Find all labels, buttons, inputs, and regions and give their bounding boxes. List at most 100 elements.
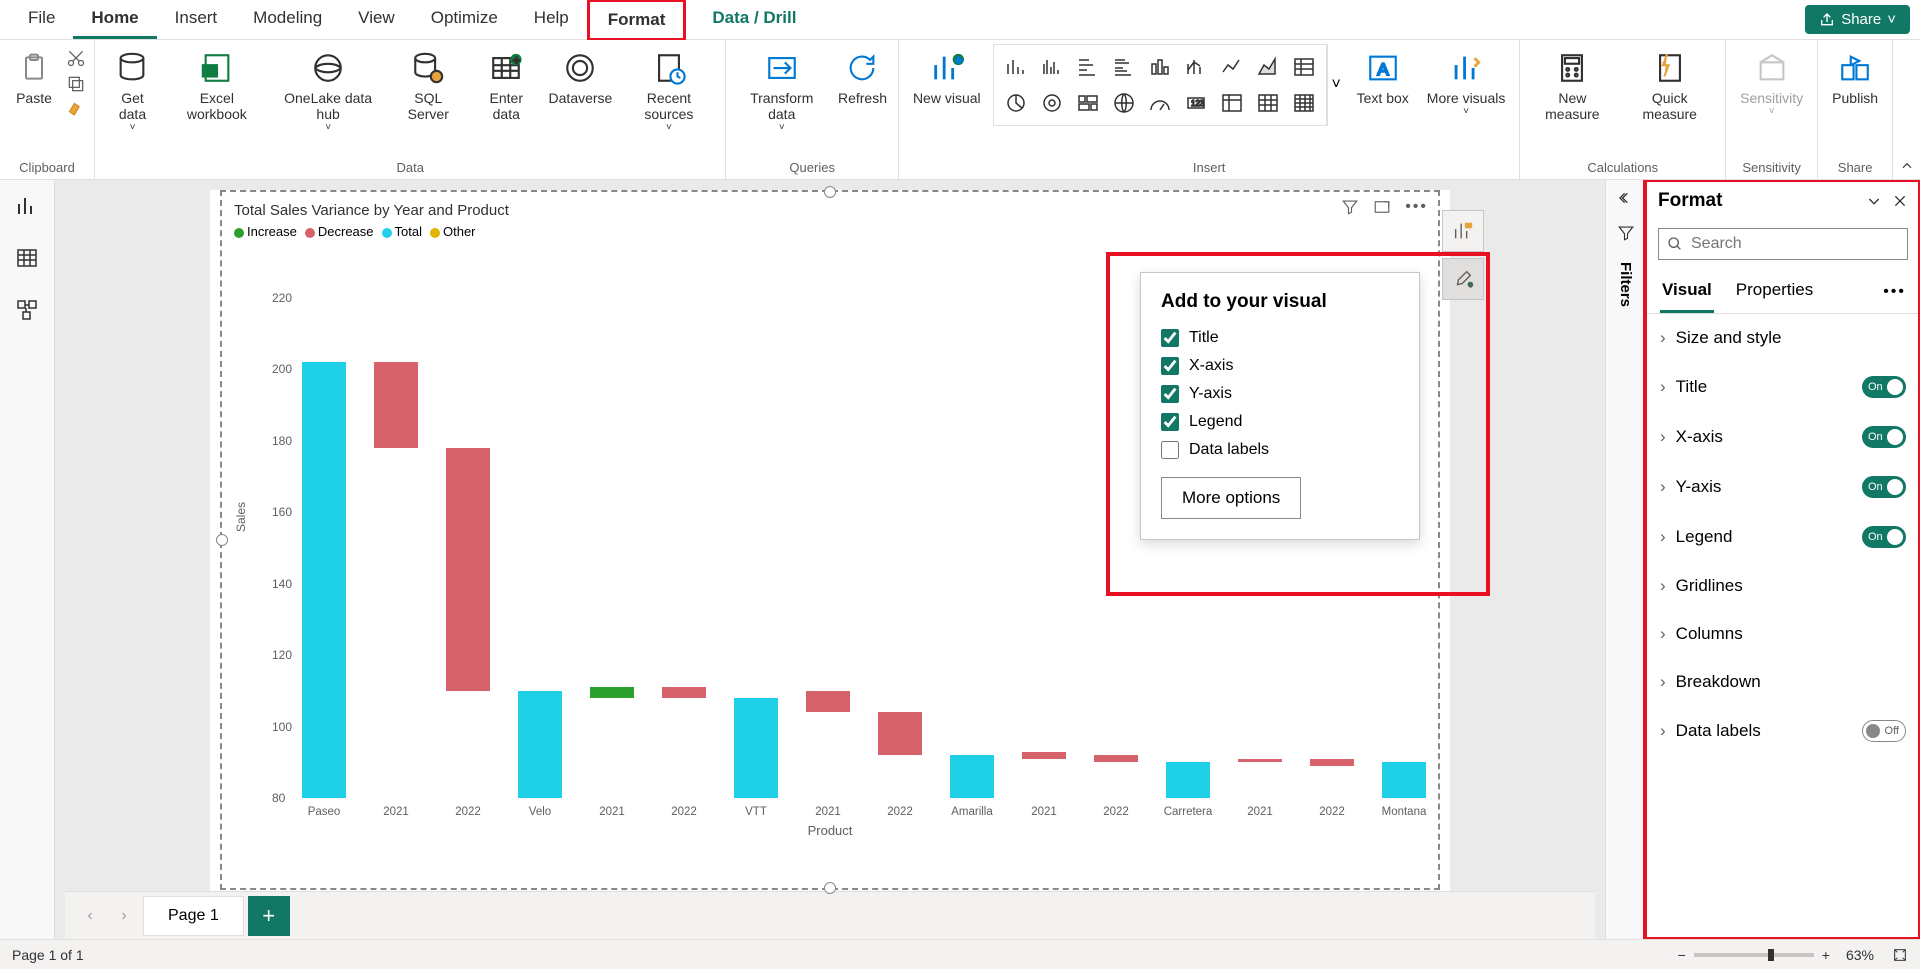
format-item-legend[interactable]: ›LegendOn [1646,512,1920,562]
menu-optimize[interactable]: Optimize [413,0,516,39]
toggle-switch[interactable]: On [1862,426,1906,448]
text-box-button[interactable]: AText box [1351,44,1415,110]
add-option-legend[interactable]: Legend [1161,413,1399,431]
chart-bar[interactable] [446,448,490,691]
menu-insert[interactable]: Insert [157,0,236,39]
report-canvas[interactable]: ••• + Total Sales Variance by Year and P… [210,190,1450,891]
copy-icon[interactable] [66,74,86,94]
chart-bar[interactable] [950,755,994,798]
zoom-in-button[interactable]: + [1822,947,1830,963]
chart-bar[interactable] [1094,755,1138,762]
menu-modeling[interactable]: Modeling [235,0,340,39]
report-view-button[interactable] [11,190,43,222]
onelake-button[interactable]: OneLake data hub˅ [272,44,385,137]
chart-bar[interactable] [590,687,634,698]
more-options-button[interactable]: More options [1161,477,1301,519]
menu-format[interactable]: Format [587,0,687,41]
resize-handle-left[interactable] [216,534,228,546]
model-view-button[interactable] [11,294,43,326]
new-measure-button[interactable]: New measure [1528,44,1616,126]
more-options-icon[interactable]: ••• [1405,198,1428,216]
enter-data-button[interactable]: +Enter data [472,44,541,126]
toggle-switch[interactable]: On [1862,476,1906,498]
format-item-columns[interactable]: ›Columns [1646,610,1920,658]
chart-bar[interactable] [878,712,922,755]
resize-handle-bottom[interactable] [824,882,836,894]
menu-data-drill[interactable]: Data / Drill [694,0,814,39]
chart-bar[interactable] [1238,759,1282,763]
format-item-breakdown[interactable]: ›Breakdown [1646,658,1920,706]
format-item-title[interactable]: ›TitleOn [1646,362,1920,412]
menu-home[interactable]: Home [73,0,156,39]
menu-file[interactable]: File [10,0,73,39]
chart-bar[interactable] [518,691,562,798]
focus-mode-icon[interactable] [1373,198,1391,216]
menu-help[interactable]: Help [516,0,587,39]
refresh-button[interactable]: Refresh [835,44,890,110]
prev-page-button[interactable]: ‹ [75,901,105,931]
add-option-title[interactable]: Title [1161,329,1399,347]
excel-workbook-button[interactable]: XExcel workbook [168,44,266,126]
chart-bar[interactable] [806,691,850,712]
format-item-size-and-style[interactable]: ›Size and style [1646,314,1920,362]
chart-bar[interactable] [1382,762,1426,798]
format-tabs-more[interactable]: ••• [1883,283,1906,301]
filters-pane-collapsed[interactable]: Filters [1605,180,1645,939]
checkbox[interactable] [1161,329,1179,347]
format-item-data-labels[interactable]: ›Data labelsOff [1646,706,1920,756]
add-option-x-axis[interactable]: X-axis [1161,357,1399,375]
menu-view[interactable]: View [340,0,413,39]
add-page-button[interactable]: + [248,896,290,936]
selected-visual[interactable]: ••• + Total Sales Variance by Year and P… [220,190,1440,890]
format-item-y-axis[interactable]: ›Y-axisOn [1646,462,1920,512]
toggle-switch[interactable]: On [1862,376,1906,398]
format-painter-icon[interactable] [66,100,86,120]
sql-server-button[interactable]: SQL Server [391,44,467,126]
checkbox[interactable] [1161,413,1179,431]
format-search-input[interactable] [1691,235,1899,253]
new-visual-button[interactable]: +New visual [907,44,987,110]
toggle-switch[interactable]: Off [1862,720,1906,742]
format-tab-visual[interactable]: Visual [1660,270,1714,313]
zoom-slider[interactable] [1694,953,1814,957]
chart-bar[interactable] [302,362,346,798]
chart-bar[interactable] [662,687,706,698]
chart-bar[interactable] [1022,752,1066,759]
viz-gallery-dropdown[interactable]: ˅ [1327,44,1345,126]
page-tab-1[interactable]: Page 1 [143,896,244,936]
chart-bar[interactable] [734,698,778,798]
filter-icon[interactable] [1341,198,1359,216]
publish-button[interactable]: Publish [1826,44,1884,110]
visualization-gallery[interactable]: 123 [993,44,1327,126]
format-tab-properties[interactable]: Properties [1734,270,1815,313]
chart-bar[interactable] [1310,759,1354,766]
toggle-switch[interactable]: On [1862,526,1906,548]
close-icon[interactable] [1892,193,1908,209]
format-search[interactable] [1658,228,1908,260]
transform-data-button[interactable]: Transform data˅ [734,44,829,137]
checkbox[interactable] [1161,385,1179,403]
zoom-out-button[interactable]: − [1678,947,1686,963]
share-button[interactable]: Share ˅ [1805,5,1910,34]
quick-measure-button[interactable]: Quick measure [1622,44,1717,126]
get-data-button[interactable]: Get data˅ [103,44,162,137]
recent-sources-button[interactable]: Recent sources˅ [620,44,717,137]
add-option-y-axis[interactable]: Y-axis [1161,385,1399,403]
chart-bar[interactable] [1166,762,1210,798]
more-visuals-button[interactable]: More visuals˅ [1421,44,1512,121]
paste-button[interactable]: Paste [8,44,60,110]
resize-handle-top[interactable] [824,186,836,198]
checkbox[interactable] [1161,441,1179,459]
format-pane-toggle[interactable]: + [1442,258,1484,300]
ribbon-collapse-button[interactable] [1893,40,1920,179]
format-item-gridlines[interactable]: ›Gridlines [1646,562,1920,610]
fit-page-icon[interactable] [1892,947,1908,963]
dataverse-button[interactable]: Dataverse [547,44,615,110]
format-item-x-axis[interactable]: ›X-axisOn [1646,412,1920,462]
checkbox[interactable] [1161,357,1179,375]
chart-bar[interactable] [374,362,418,448]
next-page-button[interactable]: › [109,901,139,931]
chevron-down-icon[interactable] [1866,193,1882,209]
sensitivity-button[interactable]: Sensitivity˅ [1734,44,1809,121]
filter-icon[interactable] [1617,224,1635,242]
